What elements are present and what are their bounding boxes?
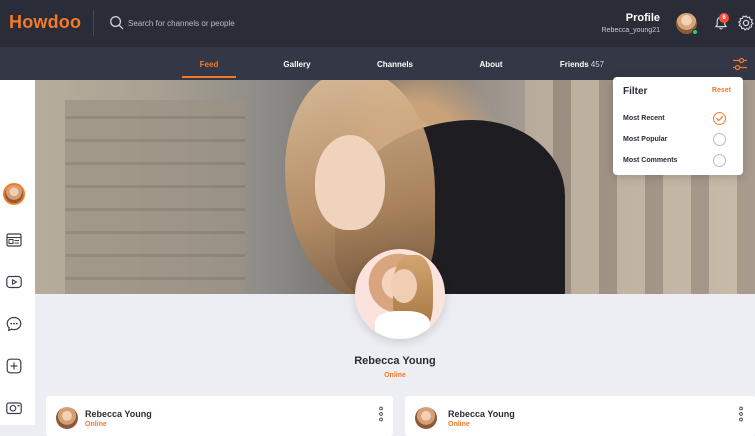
filter-radio-most-recent[interactable] [713, 112, 726, 125]
profile-title: Profile [625, 12, 660, 24]
divider [93, 10, 94, 36]
tab-channels[interactable]: Channels [373, 47, 417, 80]
tab-friends[interactable]: Friends 457 [556, 47, 608, 80]
profile-avatar[interactable] [355, 249, 445, 339]
cover-building-left [65, 100, 245, 294]
avatar-face [391, 269, 417, 303]
filter-icon[interactable] [732, 56, 748, 72]
tab-friends-label: Friends [559, 60, 589, 69]
chat-icon[interactable] [5, 315, 23, 333]
profile-name: Rebecca Young [354, 355, 436, 367]
post-avatar[interactable] [415, 407, 437, 429]
more-options-icon[interactable] [739, 406, 743, 422]
post-card[interactable]: Rebecca Young Online [46, 396, 393, 436]
avatar-top [375, 311, 430, 339]
filter-option-most-recent[interactable]: Most Recent [623, 115, 665, 122]
filter-radio-most-popular[interactable] [713, 133, 726, 146]
profile-tabs-bar: Feed Gallery Channels About Friends 457 [0, 47, 755, 80]
gear-icon[interactable] [737, 14, 755, 32]
filter-option-most-comments[interactable]: Most Comments [623, 157, 677, 164]
cover-face [315, 135, 385, 230]
profile-status: Online [384, 372, 406, 379]
tab-gallery[interactable]: Gallery [280, 47, 314, 80]
sidebar-avatar[interactable] [3, 183, 25, 205]
checkmark-icon [716, 116, 724, 122]
tab-about[interactable]: About [476, 47, 506, 80]
camera-icon[interactable] [5, 399, 23, 417]
filter-option-most-popular[interactable]: Most Popular [623, 136, 667, 143]
tab-feed[interactable]: Feed [182, 47, 236, 80]
post-avatar[interactable] [56, 407, 78, 429]
filter-radio-most-comments[interactable] [713, 154, 726, 167]
profile-username: Rebecca_young21 [601, 27, 660, 34]
post-card[interactable]: Rebecca Young Online [405, 396, 755, 436]
post-author[interactable]: Rebecca Young [448, 409, 515, 419]
notification-badge: 6 [719, 13, 729, 23]
post-author[interactable]: Rebecca Young [85, 409, 152, 419]
online-indicator [692, 29, 698, 35]
filter-title: Filter [623, 86, 648, 97]
search-input[interactable] [128, 16, 328, 31]
news-icon[interactable] [5, 231, 23, 249]
more-options-icon[interactable] [379, 406, 383, 422]
reset-button[interactable]: Reset [712, 87, 731, 94]
friends-count: 457 [590, 60, 605, 69]
video-icon[interactable] [5, 273, 23, 291]
search-icon[interactable] [109, 15, 124, 30]
app-logo[interactable]: Howdoo [9, 12, 81, 33]
filter-dropdown: Filter Reset Most Recent Most Popular Mo… [613, 77, 743, 175]
